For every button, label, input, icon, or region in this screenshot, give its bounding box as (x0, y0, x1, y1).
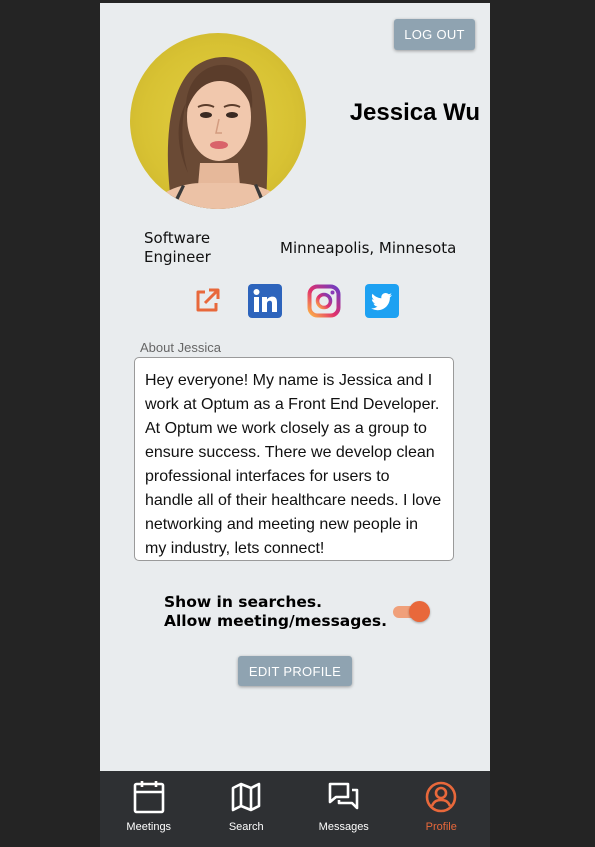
visibility-line-2: Allow meeting/messages. (164, 612, 387, 630)
avatar (130, 33, 306, 209)
nav-label-meetings: Meetings (126, 821, 172, 833)
edit-profile-button[interactable]: EDIT PROFILE (238, 656, 352, 686)
nav-item-search[interactable]: Search (198, 771, 296, 847)
linkedin-button[interactable] (248, 283, 282, 323)
instagram-icon (307, 284, 341, 323)
nav-label-messages: Messages (318, 821, 369, 833)
user-circle-icon (424, 780, 458, 814)
visibility-text: Show in searches. Allow meeting/messages… (164, 593, 387, 631)
visibility-toggle[interactable] (392, 601, 430, 623)
job-title: Software Engineer (144, 229, 211, 266)
about-label: About Jessica (140, 340, 221, 355)
calendar-icon (132, 780, 166, 814)
logout-button[interactable]: LOG OUT (394, 19, 475, 50)
twitter-button[interactable] (365, 283, 399, 323)
profile-name: Jessica Wu (349, 99, 480, 126)
external-link-icon (192, 286, 222, 321)
about-textarea[interactable]: Hey everyone! My name is Jessica and I w… (134, 357, 454, 561)
nav-label-search: Search (228, 821, 264, 833)
twitter-icon (365, 283, 399, 323)
linkedin-icon (248, 283, 282, 323)
bottom-nav: Meetings Search Messages Profile (100, 771, 490, 847)
toggle-knob (409, 601, 430, 622)
nav-label-profile: Profile (425, 821, 457, 833)
chat-icon (327, 780, 361, 814)
instagram-button[interactable] (307, 284, 341, 323)
map-icon (229, 780, 263, 814)
nav-item-profile[interactable]: Profile (393, 771, 491, 847)
nav-item-meetings[interactable]: Meetings (100, 771, 198, 847)
profile-screen: LOG OUT Jessica Wu Software Engineer Min… (100, 3, 490, 847)
location: Minneapolis, Minnesota (280, 239, 457, 257)
nav-item-messages[interactable]: Messages (295, 771, 393, 847)
visibility-line-1: Show in searches. (164, 593, 322, 611)
external-link-button[interactable] (190, 286, 224, 320)
